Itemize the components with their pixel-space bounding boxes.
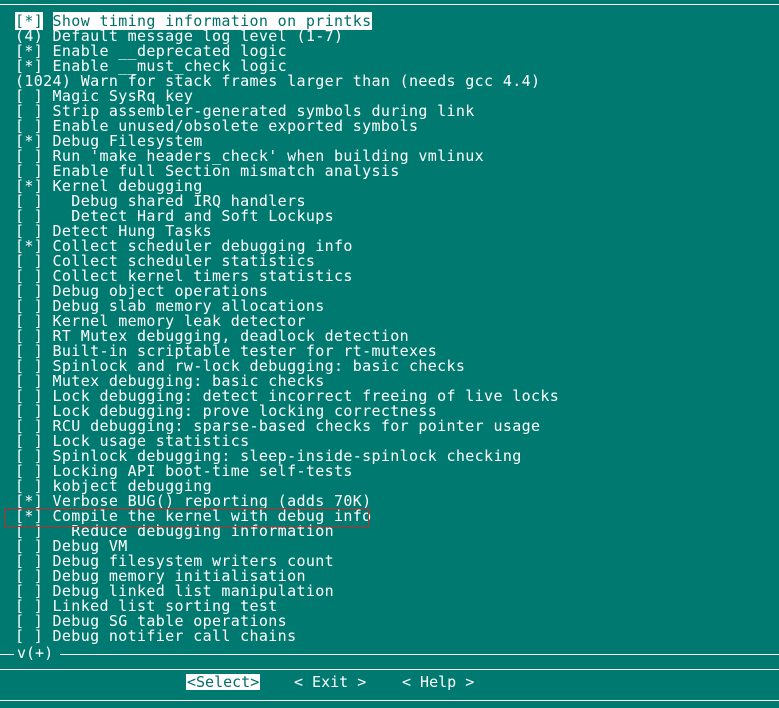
menu-item-label: Debug notifier call chains bbox=[52, 627, 297, 645]
help-button[interactable]: < Help > bbox=[402, 674, 474, 690]
menu-list: [*] Show timing information on printks (4… bbox=[15, 12, 559, 644]
button-bar: <Select> < Exit > < Help > bbox=[0, 674, 779, 692]
select-button[interactable]: <Select> bbox=[186, 674, 261, 690]
scroll-rule bbox=[60, 654, 779, 655]
scroll-rule-left bbox=[0, 654, 14, 655]
scroll-down-indicator[interactable]: v(+) bbox=[16, 646, 55, 661]
kernel-config-menu-screen: [*] Show timing information on printks (4… bbox=[0, 0, 779, 708]
top-border bbox=[0, 4, 779, 5]
exit-button[interactable]: < Exit > bbox=[294, 674, 366, 690]
bottom-frame-border bbox=[0, 700, 779, 701]
menu-item-state[interactable]: [ ] bbox=[15, 627, 43, 645]
bottom-border bbox=[0, 669, 779, 670]
menu-item[interactable]: [ ] Debug notifier call chains bbox=[15, 629, 559, 644]
